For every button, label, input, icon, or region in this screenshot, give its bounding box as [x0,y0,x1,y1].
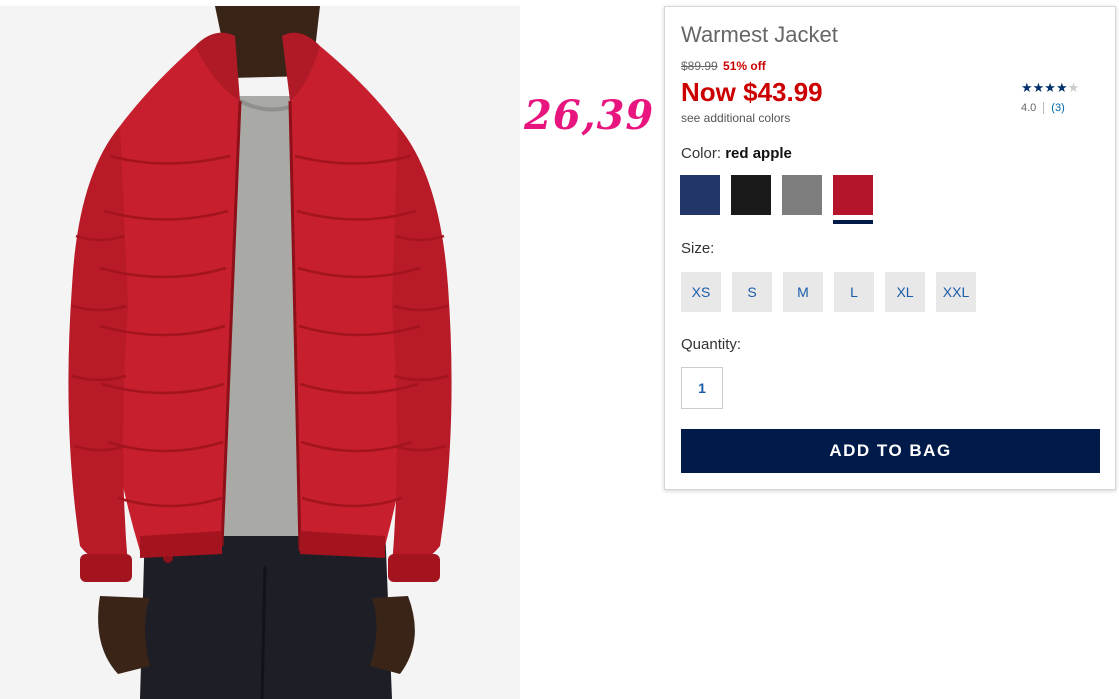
review-count-link[interactable]: (3) [1051,102,1064,114]
size-option-l[interactable]: L [834,272,874,312]
size-option-s[interactable]: S [732,272,772,312]
size-option-xl[interactable]: XL [885,272,925,312]
divider [1043,102,1045,115]
product-image [0,6,520,699]
color-swatches [680,175,873,224]
quantity-label: Quantity: [681,336,742,353]
size-option-xs[interactable]: XS [681,272,721,312]
color-label: Color: red apple [681,145,792,162]
stars-filled: ★★★★ [1021,80,1068,95]
stars-empty: ★ [1067,80,1080,95]
price-row: $89.99 51% off [681,59,766,73]
quantity-input[interactable]: 1 [681,367,723,409]
swatch-fill [782,175,822,215]
color-swatch-red-apple[interactable] [833,175,873,224]
selected-color-name: red apple [725,145,792,162]
size-option-m[interactable]: M [783,272,823,312]
rating-block[interactable]: ★★★★★ 4.0 (3) [1021,81,1101,115]
handwritten-price-annotation: 26,39 [524,92,655,139]
color-swatch-black[interactable] [731,175,771,215]
swatch-fill [833,175,873,215]
swatch-fill [731,175,771,215]
rating-value: 4.0 [1021,102,1037,114]
color-label-text: Color: [681,145,722,162]
sale-price: Now $43.99 [681,77,823,107]
additional-colors-link[interactable]: see additional colors [681,111,790,125]
product-card: Warmest Jacket $89.99 51% off Now $43.99… [664,6,1116,490]
size-options: XS S M L XL XXL [681,272,976,312]
size-option-xxl[interactable]: XXL [936,272,976,312]
swatch-fill [680,175,720,215]
discount-label: 51% off [723,59,766,73]
rating-meta: 4.0 (3) [1021,102,1101,115]
star-rating-icon: ★★★★★ [1021,81,1101,95]
add-to-bag-button[interactable]: ADD TO BAG [681,429,1100,473]
color-swatch-navy[interactable] [680,175,720,215]
color-swatch-grey[interactable] [782,175,822,215]
size-label: Size: [681,240,715,257]
product-title: Warmest Jacket [681,22,838,47]
red-puffer-jacket-photo [0,6,520,699]
original-price: $89.99 [681,59,718,73]
